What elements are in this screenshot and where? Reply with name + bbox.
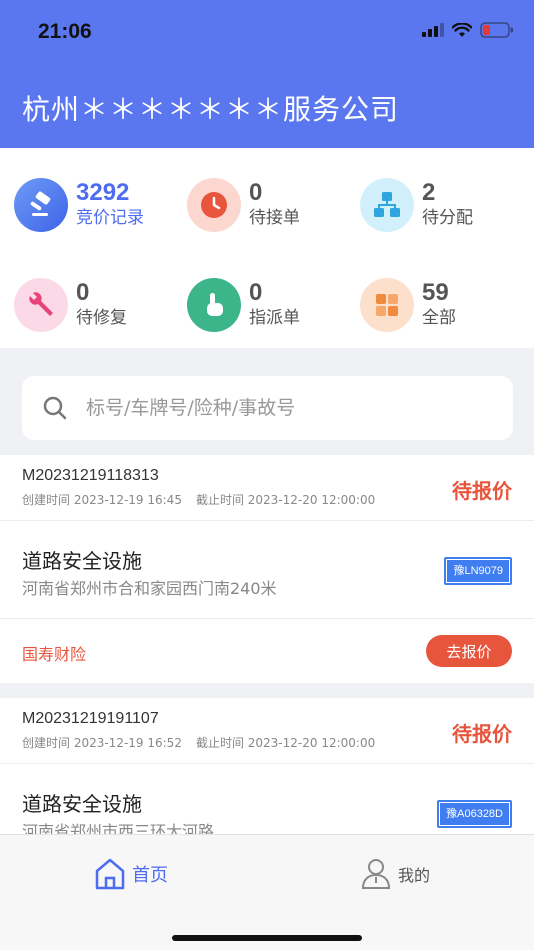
stat-value: 59: [422, 279, 449, 306]
order-address: 河南省郑州市西三环大河路: [22, 822, 215, 834]
app-header: 21:06 杭州＊＊＊＊＊＊＊服务公司: [0, 0, 534, 148]
home-indicator: [172, 935, 362, 941]
wrench-icon: [14, 278, 68, 332]
stat-value: 3292: [76, 179, 130, 206]
order-status: 待报价: [452, 479, 512, 503]
created-time: 创建时间 2023-12-19 16:45: [22, 493, 182, 507]
order-item-name: 道路安全设施: [22, 549, 142, 573]
search-input[interactable]: [86, 397, 466, 419]
tab-home-label: 首页: [132, 865, 168, 886]
bottom-tab-bar: 首页 我的: [0, 834, 534, 950]
quote-button[interactable]: 去报价: [426, 635, 512, 667]
stat-value: 0: [249, 179, 263, 206]
license-plate: 豫LN9079: [444, 557, 512, 585]
stat-label: 指派单: [249, 308, 300, 328]
created-time: 创建时间 2023-12-19 16:52: [22, 736, 182, 750]
stat-value: 2: [422, 179, 436, 206]
order-card[interactable]: M20231219118313 创建时间 2023-12-19 16:45 截止时…: [0, 455, 534, 683]
insurer-name: 国寿财险: [22, 645, 87, 664]
stat-value: 0: [249, 279, 263, 306]
order-id: M20231219191107: [22, 710, 159, 727]
stats-panel: 3292 竞价记录 0 待接单 2 待分配 0 待修复 0 指派单 59 全部: [0, 148, 534, 348]
order-card[interactable]: M20231219191107 创建时间 2023-12-19 16:52 截止时…: [0, 698, 534, 834]
order-address: 河南省郑州市合和家园西门南240米: [22, 579, 277, 598]
stat-pending-accept[interactable]: 0 待接单: [187, 170, 357, 240]
wifi-icon: [452, 22, 472, 37]
stat-value: 0: [76, 279, 90, 306]
order-status: 待报价: [452, 722, 512, 746]
pointer-hand-icon: [187, 278, 241, 332]
license-plate-text: 豫A06328D: [439, 802, 510, 826]
status-icons: [422, 22, 514, 38]
stat-label: 待分配: [422, 208, 473, 228]
hierarchy-icon: [360, 178, 414, 232]
deadline-time: 截止时间 2023-12-20 12:00:00: [195, 736, 376, 750]
stat-pending-assign[interactable]: 2 待分配: [360, 170, 530, 240]
stat-label: 待接单: [249, 208, 300, 228]
battery-icon: [480, 22, 513, 38]
deadline-time: 截止时间 2023-12-20 12:00:00: [195, 493, 376, 507]
tab-mine-label: 我的: [398, 866, 431, 885]
order-times: 创建时间 2023-12-19 16:45 截止时间 2023-12-20 12:…: [22, 491, 375, 508]
tab-home[interactable]: 首页: [94, 857, 168, 891]
user-icon: [361, 859, 391, 889]
gavel-icon: [14, 178, 68, 232]
stat-label: 竞价记录: [76, 208, 144, 228]
company-title: 杭州＊＊＊＊＊＊＊服务公司: [22, 93, 400, 126]
stat-all[interactable]: 59 全部: [360, 270, 530, 340]
stat-label: 待修复: [76, 308, 127, 328]
status-bar: 21:06: [0, 0, 534, 66]
order-header: M20231219118313 创建时间 2023-12-19 16:45 截止时…: [0, 455, 534, 521]
order-body: 道路安全设施 河南省郑州市合和家园西门南240米 豫LN9079: [0, 521, 534, 619]
home-icon: [95, 858, 125, 890]
search-box[interactable]: [22, 376, 513, 440]
signal-icon: [422, 23, 444, 37]
stat-assigned[interactable]: 0 指派单: [187, 270, 357, 340]
stat-pending-repair[interactable]: 0 待修复: [14, 270, 184, 340]
clock-icon: [187, 178, 241, 232]
tab-mine[interactable]: 我的: [360, 857, 430, 891]
order-times: 创建时间 2023-12-19 16:52 截止时间 2023-12-20 12:…: [22, 734, 375, 751]
order-footer: 国寿财险 去报价: [0, 619, 534, 683]
stat-label: 全部: [422, 308, 456, 328]
license-plate: 豫A06328D: [437, 800, 512, 828]
license-plate-text: 豫LN9079: [446, 559, 510, 583]
order-body: 道路安全设施 河南省郑州市西三环大河路 豫A06328D: [0, 764, 534, 834]
order-item-name: 道路安全设施: [22, 792, 142, 816]
search-section: [0, 348, 534, 455]
search-icon: [43, 396, 67, 420]
grid-icon: [360, 278, 414, 332]
stat-bid-records[interactable]: 3292 竞价记录: [14, 170, 184, 240]
order-id: M20231219118313: [22, 467, 159, 484]
order-header: M20231219191107 创建时间 2023-12-19 16:52 截止时…: [0, 698, 534, 764]
status-time: 21:06: [38, 20, 92, 43]
